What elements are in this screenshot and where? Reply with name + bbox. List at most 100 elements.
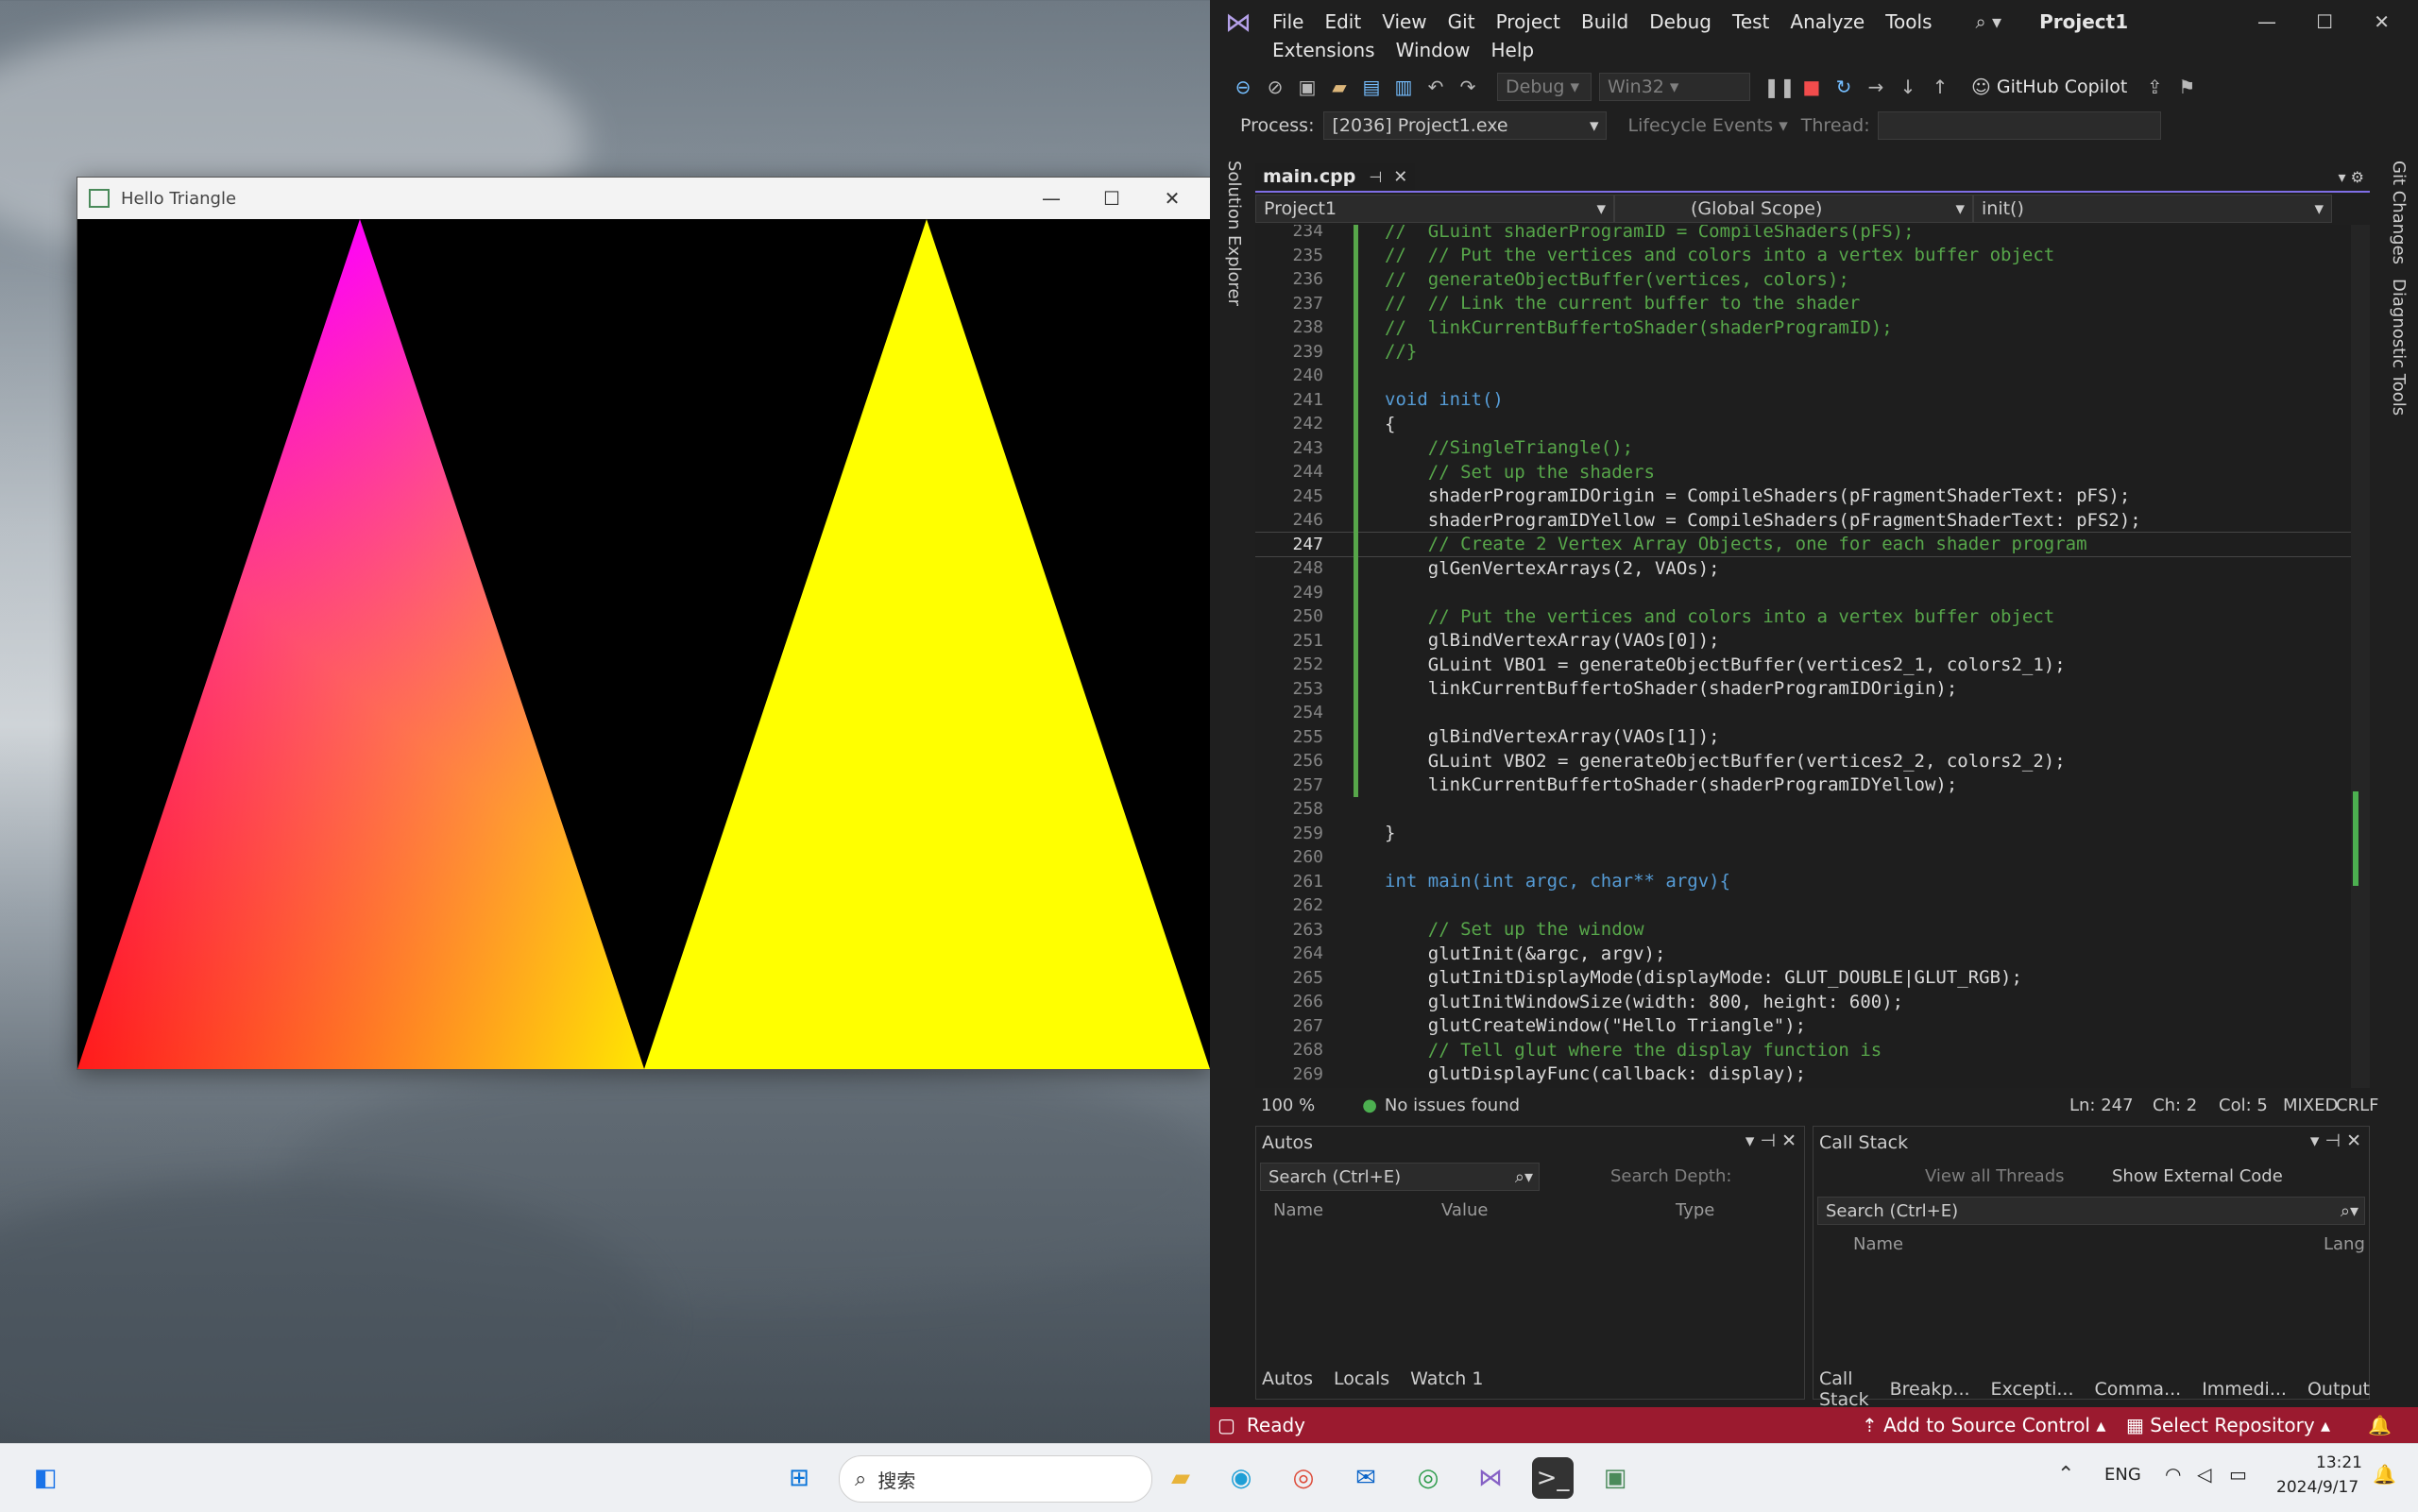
step-into-icon[interactable]: ↓: [1894, 73, 1922, 101]
code-line[interactable]: 254: [1255, 701, 2351, 725]
panel-controls-icon[interactable]: ▾ ⊣ ✕: [2310, 1130, 2361, 1151]
terminal-icon[interactable]: >_: [1532, 1457, 1574, 1499]
code-line[interactable]: 261 int main(int argc, char** argv){: [1255, 870, 2351, 894]
panel-controls-icon[interactable]: ▾ ⊣ ✕: [1745, 1130, 1796, 1151]
clock-time[interactable]: 13:21: [2316, 1453, 2362, 1472]
hello-triangle-taskbar-icon[interactable]: ▣: [1594, 1457, 1636, 1499]
source-control-button[interactable]: ⇡ Add to Source Control ▴: [1862, 1414, 2105, 1436]
tray-overflow-icon[interactable]: ⌃: [2057, 1463, 2074, 1487]
close-button[interactable]: ✕: [2374, 10, 2390, 33]
line-indicator[interactable]: Ln: 247: [2069, 1096, 2134, 1115]
clock-date[interactable]: 2024/9/17: [2276, 1478, 2358, 1497]
visual-studio-icon[interactable]: ⋈: [1470, 1457, 1511, 1499]
code-line[interactable]: 243 //SingleTriangle();: [1255, 436, 2351, 461]
process-select[interactable]: [2036] Project1.exe ▾: [1323, 111, 1608, 140]
code-line[interactable]: 250 // Put the vertices and colors into …: [1255, 604, 2351, 629]
code-line[interactable]: 242 {: [1255, 412, 2351, 436]
volume-icon[interactable]: ◁: [2197, 1463, 2211, 1486]
code-line[interactable]: 246 shaderProgramIDYellow = CompileShade…: [1255, 508, 2351, 533]
configuration-select[interactable]: Debug ▾: [1497, 73, 1592, 101]
char-indicator[interactable]: Ch: 2: [2153, 1096, 2197, 1115]
tab-call-stack[interactable]: Call Stack: [1819, 1368, 1869, 1410]
forward-icon[interactable]: ⊘: [1261, 73, 1289, 101]
redo-icon[interactable]: ↷: [1454, 73, 1482, 101]
notification-bell-icon[interactable]: 🔔: [2373, 1463, 2396, 1486]
tab-exceptions[interactable]: Excepti...: [1991, 1379, 2074, 1400]
platform-select[interactable]: Win32 ▾: [1599, 73, 1750, 101]
menu-debug[interactable]: Debug: [1649, 10, 1711, 33]
menu-git[interactable]: Git: [1448, 10, 1475, 33]
code-line[interactable]: 253 linkCurrentBuffertoShader(shaderProg…: [1255, 677, 2351, 702]
issues-status[interactable]: No issues found: [1385, 1096, 1520, 1115]
copilot-button[interactable]: GitHub Copilot: [1997, 76, 2127, 97]
callstack-search[interactable]: Search (Ctrl+E) ⌕▾: [1817, 1197, 2365, 1225]
menu-view[interactable]: View: [1382, 10, 1426, 33]
project-dropdown[interactable]: Project1 ▾: [1255, 195, 1614, 223]
solution-explorer-tab[interactable]: Solution Explorer: [1224, 161, 1244, 306]
outlook-icon[interactable]: ✉: [1345, 1457, 1387, 1499]
code-line[interactable]: 234 // GLuint shaderProgramID = CompileSh…: [1255, 225, 2351, 244]
code-line[interactable]: 248 glGenVertexArrays(2, VAOs);: [1255, 556, 2351, 581]
code-line[interactable]: 237 // // Link the current buffer to the …: [1255, 292, 2351, 316]
new-project-icon[interactable]: ▣: [1293, 73, 1321, 101]
minimize-button[interactable]: —: [2257, 10, 2276, 33]
code-line[interactable]: 255 glBindVertexArray(VAOs[1]);: [1255, 725, 2351, 750]
code-line[interactable]: 238 // linkCurrentBuffertoShader(shaderPr…: [1255, 315, 2351, 340]
menu-help[interactable]: Help: [1490, 39, 1534, 61]
code-line[interactable]: 249: [1255, 581, 2351, 605]
code-line[interactable]: 267 glutCreateWindow("Hello Triangle");: [1255, 1014, 2351, 1039]
tab-main-cpp[interactable]: main.cpp ⊣ ✕: [1255, 163, 1416, 190]
menu-test[interactable]: Test: [1732, 10, 1769, 33]
tab-autos[interactable]: Autos: [1262, 1368, 1313, 1389]
code-line[interactable]: 260: [1255, 845, 2351, 870]
save-all-icon[interactable]: ▥: [1389, 73, 1418, 101]
back-icon[interactable]: ⊖: [1229, 73, 1257, 101]
code-line[interactable]: 257 linkCurrentBuffertoShader(shaderProg…: [1255, 773, 2351, 798]
wifi-icon[interactable]: ◠: [2165, 1463, 2181, 1486]
maximize-button[interactable]: ☐: [1081, 178, 1142, 219]
code-line[interactable]: 244 // Set up the shaders: [1255, 460, 2351, 484]
pause-icon[interactable]: ❚❚: [1763, 73, 1796, 101]
code-line[interactable]: 259}: [1255, 822, 2351, 846]
zoom-level[interactable]: 100 %: [1261, 1096, 1315, 1115]
code-line[interactable]: 252 GLuint VBO1 = generateObjectBuffer(v…: [1255, 653, 2351, 677]
scope-dropdown[interactable]: (Global Scope) ▾: [1614, 195, 1973, 223]
code-line[interactable]: 258: [1255, 797, 2351, 822]
select-repository-button[interactable]: ▦ Select Repository ▴: [2126, 1414, 2330, 1436]
code-line[interactable]: 263 // Set up the window: [1255, 918, 2351, 943]
editor-scrollbar[interactable]: [2351, 225, 2370, 1088]
code-line[interactable]: 241 void init(): [1255, 388, 2351, 413]
view-all-threads[interactable]: View all Threads: [1925, 1166, 2065, 1186]
minimize-button[interactable]: —: [1021, 178, 1081, 219]
menu-tools[interactable]: Tools: [1885, 10, 1932, 33]
maximize-button[interactable]: ☐: [2316, 10, 2333, 33]
code-line[interactable]: 247 // Create 2 Vertex Array Objects, on…: [1255, 531, 2352, 557]
code-line[interactable]: 236 // generateObjectBuffer(vertices, col…: [1255, 267, 2351, 292]
menu-extensions[interactable]: Extensions: [1272, 39, 1375, 61]
code-line[interactable]: 240: [1255, 364, 2351, 388]
edge-icon[interactable]: ◉: [1220, 1457, 1262, 1499]
start-icon[interactable]: ⊞: [778, 1457, 820, 1499]
hello-triangle-window[interactable]: Hello Triangle — ☐ ✕: [77, 177, 1211, 1070]
eol-indicator[interactable]: CRLF: [2336, 1096, 2378, 1115]
code-line[interactable]: 235 // // Put the vertices and colors int…: [1255, 244, 2351, 268]
member-dropdown[interactable]: init() ▾: [1973, 195, 2332, 223]
show-external-code[interactable]: Show External Code: [2112, 1166, 2283, 1186]
language-indicator[interactable]: ENG: [2104, 1465, 2141, 1485]
widgets-icon[interactable]: ◧: [25, 1457, 66, 1499]
menu-build[interactable]: Build: [1581, 10, 1628, 33]
undo-icon[interactable]: ↶: [1422, 73, 1450, 101]
lifecycle-events[interactable]: Lifecycle Events ▾: [1627, 115, 1787, 136]
menu-file[interactable]: File: [1272, 10, 1303, 33]
code-line[interactable]: 269 glutDisplayFunc(callback: display);: [1255, 1062, 2351, 1087]
tabs-indicator[interactable]: MIXED: [2283, 1096, 2338, 1115]
chrome-profile-icon[interactable]: ◎: [1407, 1457, 1449, 1499]
tab-immediate[interactable]: Immedi...: [2202, 1379, 2287, 1400]
save-icon[interactable]: ▤: [1357, 73, 1386, 101]
code-line[interactable]: 268 // Tell glut where the display funct…: [1255, 1038, 2351, 1062]
taskbar-search[interactable]: ⌕ 搜索: [839, 1455, 1152, 1503]
col-indicator[interactable]: Col: 5: [2219, 1096, 2268, 1115]
close-tab-icon[interactable]: ✕: [1393, 167, 1407, 187]
tab-command[interactable]: Comma...: [2095, 1379, 2182, 1400]
battery-icon[interactable]: ▭: [2229, 1463, 2247, 1486]
